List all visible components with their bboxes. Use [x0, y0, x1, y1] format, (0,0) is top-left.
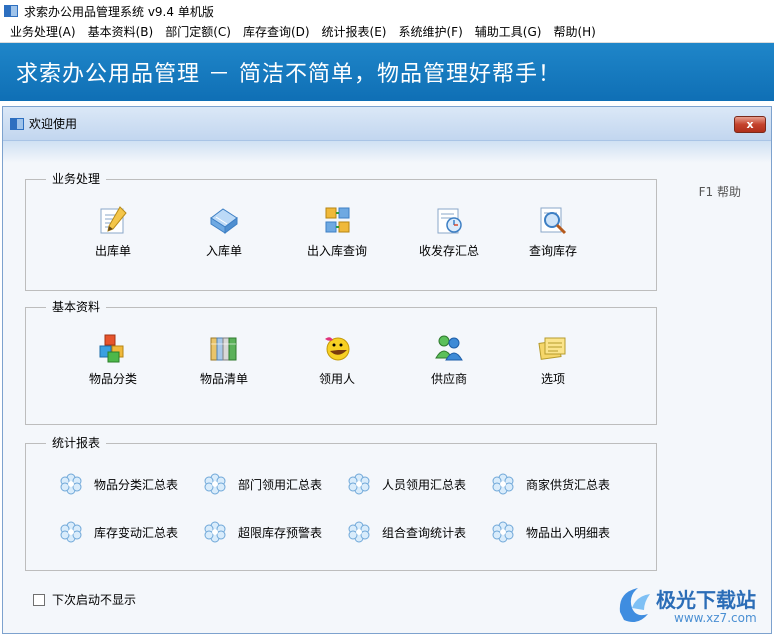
snowflake-icon — [204, 473, 226, 495]
stock-search-tile[interactable]: 查询库存 — [508, 204, 598, 259]
supplier-tile[interactable]: 供应商 — [404, 332, 494, 387]
inbound-form-icon — [207, 204, 241, 236]
basic-data-group: 基本资料 物品分类 物品清单 领用人 供应商 选项 — [25, 300, 657, 425]
dont-show-checkbox[interactable] — [33, 593, 45, 606]
welcome-window-titlebar[interactable]: 欢迎使用 x — [3, 107, 771, 141]
site-watermark: 极光下载站 www.xz7.com — [612, 578, 774, 634]
menu-business[interactable]: 业务处理(A) — [4, 22, 82, 43]
f1-help-link[interactable]: F1 帮助 — [699, 183, 741, 200]
stock-search-icon — [536, 204, 570, 236]
banner-slogan: 求索办公用品管理 － 简洁不简单，物品管理好帮手！ — [16, 62, 561, 87]
title-bar: 求索办公用品管理系统 v9.4 单机版 — [0, 0, 774, 22]
snowflake-icon — [60, 521, 82, 543]
options-tile[interactable]: 选项 — [508, 332, 598, 387]
reports-group: 统计报表 物品分类汇总表 部门领用汇总表 人员领用汇总表 商家供货汇总表 库存变… — [25, 436, 657, 571]
item-list-tile[interactable]: 物品清单 — [179, 332, 269, 387]
recipient-label: 领用人 — [318, 372, 355, 386]
menu-system-maintenance[interactable]: 系统维护(F) — [393, 22, 469, 43]
watermark-logo-icon — [619, 588, 650, 622]
summary-label: 收发存汇总 — [418, 244, 479, 258]
report-supplier-supply[interactable]: 商家供货汇总表 — [492, 472, 610, 496]
welcome-window-title: 欢迎使用 — [29, 117, 78, 131]
snowflake-icon — [60, 473, 82, 495]
business-group-title: 业务处理 — [46, 172, 107, 186]
snowflake-icon — [204, 521, 226, 543]
menu-tools[interactable]: 辅助工具(G) — [469, 22, 548, 43]
snowflake-icon — [348, 473, 370, 495]
report-combined-query-label: 组合查询统计表 — [382, 525, 467, 540]
outbound-form-label: 出库单 — [94, 244, 131, 258]
item-list-label: 物品清单 — [199, 372, 248, 386]
menu-basic-data[interactable]: 基本资料(B) — [82, 22, 160, 43]
welcome-window: 欢迎使用 x F1 帮助 业务处理 出库单 入库单 出入库查询 收发存汇总 查询… — [2, 106, 772, 634]
report-stock-change[interactable]: 库存变动汇总表 — [60, 520, 178, 544]
report-item-inout-detail-label: 物品出入明细表 — [526, 525, 611, 540]
report-combined-query[interactable]: 组合查询统计表 — [348, 520, 466, 544]
inout-query-icon — [320, 204, 354, 236]
inout-query-label: 出入库查询 — [306, 244, 367, 258]
snowflake-icon — [348, 521, 370, 543]
inout-query-tile[interactable]: 出入库查询 — [292, 204, 382, 259]
menu-stock-query[interactable]: 库存查询(D) — [237, 22, 316, 43]
snowflake-icon — [492, 521, 514, 543]
window-logo-icon — [10, 117, 24, 131]
report-department-usage[interactable]: 部门领用汇总表 — [204, 472, 322, 496]
business-group: 业务处理 出库单 入库单 出入库查询 收发存汇总 查询库存 — [25, 172, 657, 291]
menu-reports[interactable]: 统计报表(E) — [316, 22, 393, 43]
supplier-label: 供应商 — [430, 372, 467, 386]
window-title: 求索办公用品管理系统 v9.4 单机版 — [24, 4, 214, 19]
outbound-form-tile[interactable]: 出库单 — [68, 204, 158, 259]
watermark-url: www.xz7.com — [674, 611, 757, 625]
recipient-tile[interactable]: 领用人 — [292, 332, 382, 387]
inbound-form-label: 入库单 — [205, 244, 242, 258]
dont-show-row[interactable]: 下次启动不显示 — [33, 591, 136, 608]
menu-department-quota[interactable]: 部门定额(C) — [159, 22, 237, 43]
report-stock-change-label: 库存变动汇总表 — [94, 525, 179, 540]
report-overstock-warning-label: 超限库存预警表 — [238, 525, 323, 540]
recipient-smiley-icon — [320, 332, 354, 364]
report-overstock-warning[interactable]: 超限库存预警表 — [204, 520, 322, 544]
report-person-usage-label: 人员领用汇总表 — [382, 477, 467, 492]
slogan-banner: 求索办公用品管理 － 简洁不简单，物品管理好帮手！ — [0, 43, 774, 101]
basic-data-group-title: 基本资料 — [46, 300, 107, 314]
options-label: 选项 — [540, 372, 565, 386]
snowflake-icon — [492, 473, 514, 495]
report-person-usage[interactable]: 人员领用汇总表 — [348, 472, 466, 496]
report-category-summary[interactable]: 物品分类汇总表 — [60, 472, 178, 496]
report-supplier-supply-label: 商家供货汇总表 — [526, 477, 611, 492]
report-item-inout-detail[interactable]: 物品出入明细表 — [492, 520, 610, 544]
welcome-body: F1 帮助 业务处理 出库单 入库单 出入库查询 收发存汇总 查询库存 基本资料… — [3, 141, 771, 633]
category-tile[interactable]: 物品分类 — [68, 332, 158, 387]
watermark-name: 极光下载站 — [656, 588, 756, 612]
outbound-form-icon — [96, 204, 130, 236]
menu-help[interactable]: 帮助(H) — [547, 22, 601, 43]
inbound-form-tile[interactable]: 入库单 — [179, 204, 269, 259]
menu-bar: 业务处理(A) 基本资料(B) 部门定额(C) 库存查询(D) 统计报表(E) … — [0, 22, 774, 43]
summary-tile[interactable]: 收发存汇总 — [404, 204, 494, 259]
stock-search-label: 查询库存 — [528, 244, 577, 258]
category-label: 物品分类 — [88, 372, 137, 386]
reports-group-title: 统计报表 — [46, 436, 107, 450]
category-blocks-icon — [96, 332, 130, 364]
app-logo-icon — [4, 4, 18, 18]
options-notes-icon — [536, 332, 570, 364]
summary-clock-icon — [432, 204, 466, 236]
close-button[interactable]: x — [734, 116, 766, 133]
report-department-usage-label: 部门领用汇总表 — [238, 477, 323, 492]
dont-show-label: 下次启动不显示 — [52, 593, 137, 607]
report-category-summary-label: 物品分类汇总表 — [94, 477, 179, 492]
item-list-books-icon — [207, 332, 241, 364]
supplier-people-icon — [432, 332, 466, 364]
